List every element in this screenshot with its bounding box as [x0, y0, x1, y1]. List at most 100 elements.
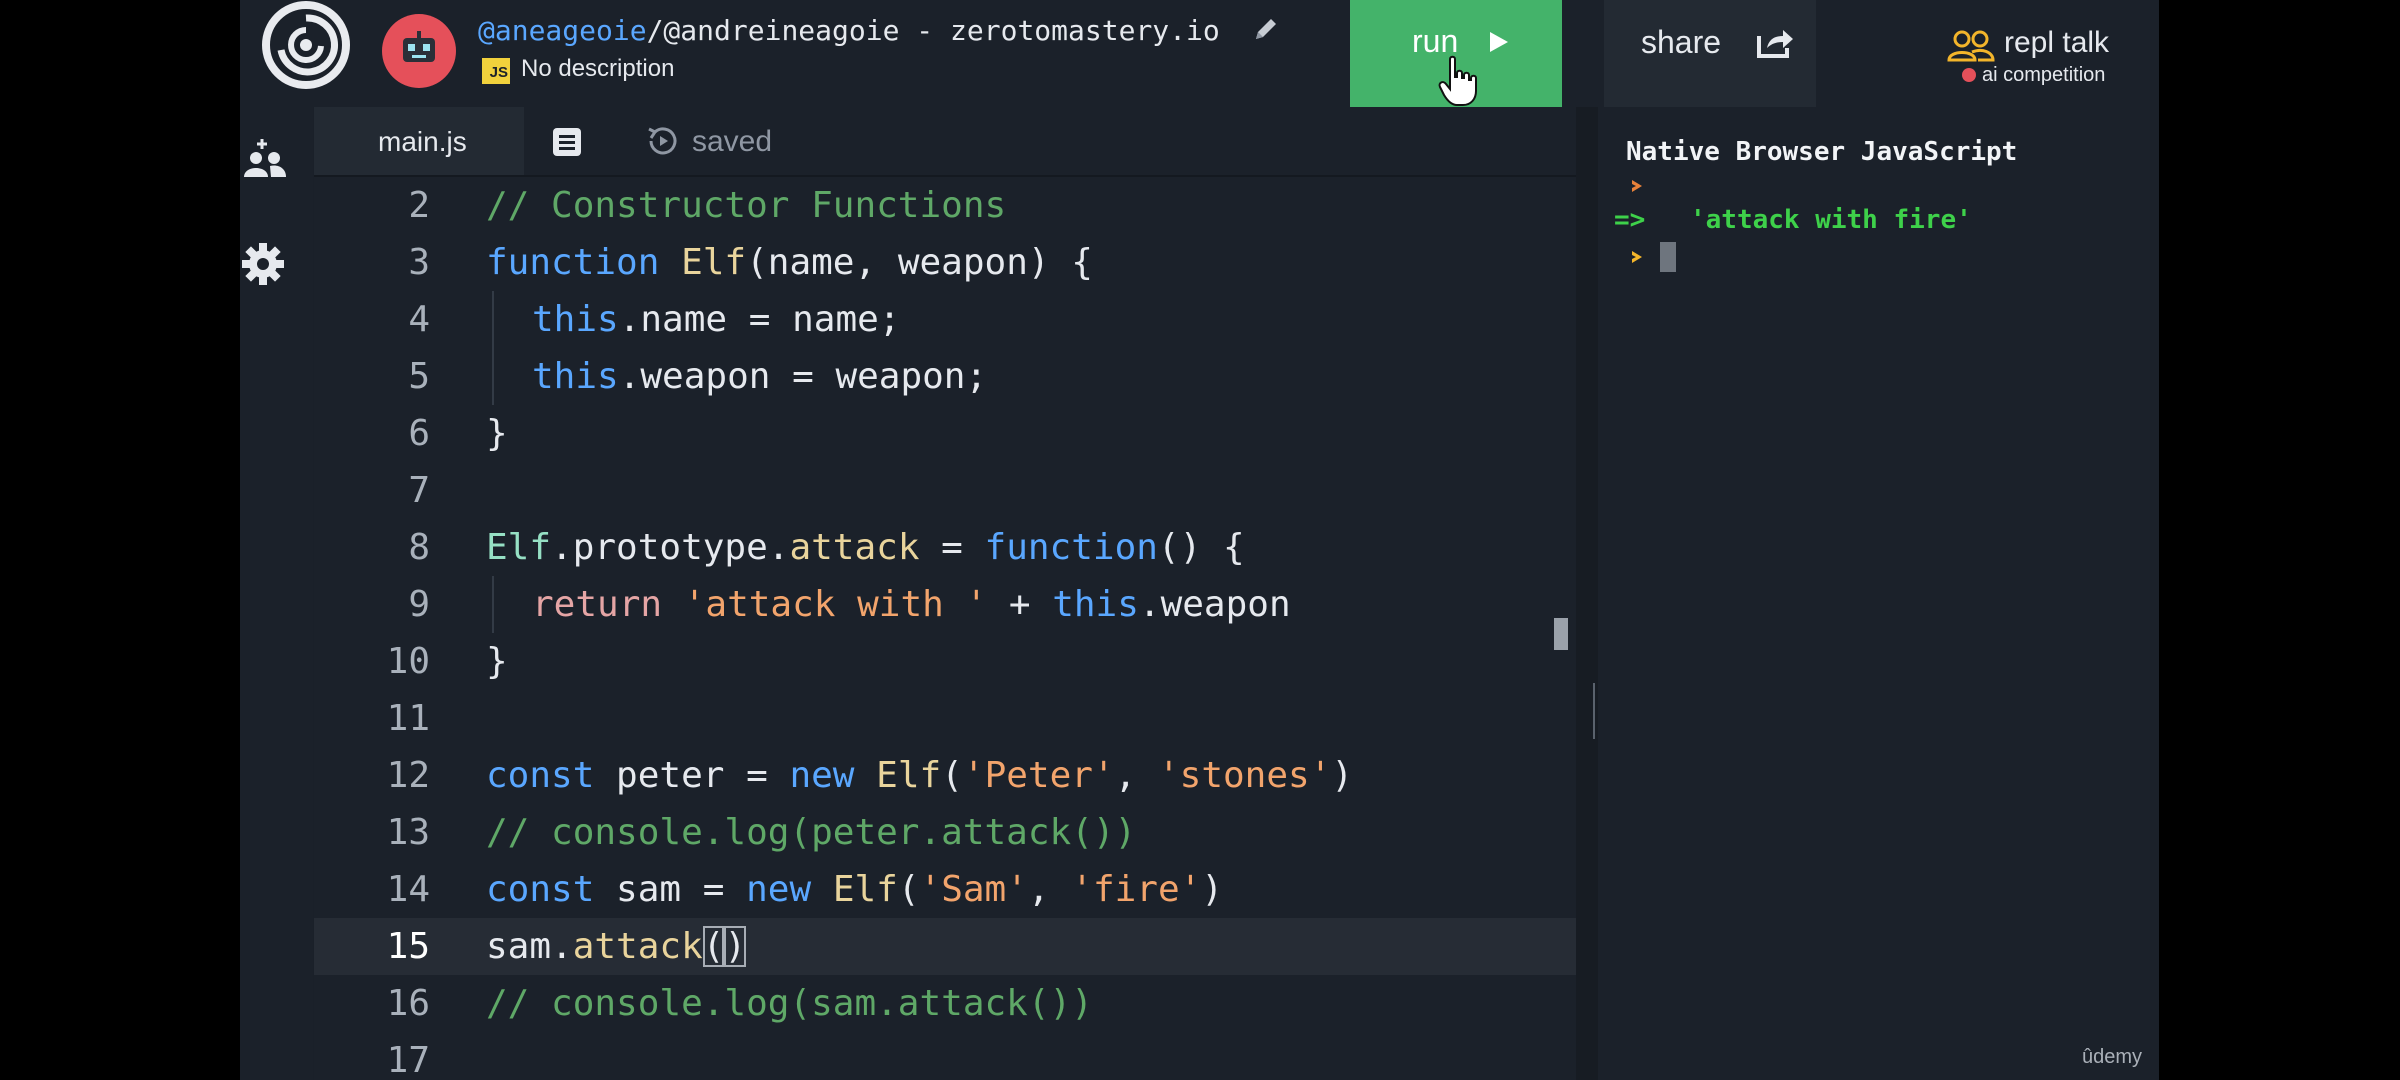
people-icon: [1947, 30, 1995, 62]
play-icon: [1490, 32, 1508, 52]
code-token: return: [532, 584, 663, 625]
code-line[interactable]: 17: [314, 1032, 1576, 1080]
repl-talk-link[interactable]: repl talk ai competition: [1946, 26, 2126, 90]
code-token: new: [746, 869, 812, 910]
language-badge: JS: [482, 58, 510, 84]
code-text: // Constructor Functions: [486, 177, 1006, 234]
code-token: this: [532, 299, 619, 340]
code-token: () {: [1157, 527, 1245, 568]
tab-main-js[interactable]: main.js: [314, 107, 524, 175]
code-text: Elf.prototype.attack = function() {: [486, 519, 1245, 576]
avatar-icon: [403, 31, 435, 62]
code-token: 'Peter': [962, 755, 1115, 796]
code-line[interactable]: 3 function Elf(name, weapon) {: [314, 234, 1576, 291]
code-line[interactable]: 14 const sam = new Elf('Sam', 'fire'): [314, 861, 1576, 918]
avatar[interactable]: [382, 14, 456, 88]
share-label: share: [1641, 24, 1722, 60]
pane-splitter[interactable]: [1576, 107, 1598, 1080]
code-text: // console.log(peter.attack()): [486, 804, 1136, 861]
code-token: .prototype.: [551, 527, 790, 568]
code-line[interactable]: 8 Elf.prototype.attack = function() {: [314, 519, 1576, 576]
live-dot-icon: [1962, 68, 1976, 82]
share-icon: [1757, 30, 1793, 58]
files-icon[interactable]: [552, 127, 582, 157]
code-line[interactable]: 16 // console.log(sam.attack()): [314, 975, 1576, 1032]
code-line[interactable]: 2 // Constructor Functions: [314, 177, 1576, 234]
matched-bracket: (: [702, 926, 725, 967]
tab-label: main.js: [378, 126, 467, 157]
code-line[interactable]: 9 return 'attack with ' + this.weapon: [314, 576, 1576, 633]
repl-title[interactable]: @aneageoie/@andreineagoie - zerotomaster…: [478, 14, 1220, 47]
code-token: 'attack with ': [683, 584, 988, 625]
share-button[interactable]: share: [1604, 0, 1816, 107]
code-text: this.name = name;: [532, 291, 900, 348]
code-token: Elf: [876, 755, 942, 796]
code-token: peter =: [594, 755, 790, 796]
code-token: // console.log(sam.attack()): [486, 983, 1093, 1024]
console-pane[interactable]: Native Browser JavaScript => 'attack wit…: [1598, 107, 2159, 1080]
udemy-watermark: ûdemy: [2082, 1046, 2143, 1068]
code-token: attack: [572, 926, 703, 967]
code-token: attack: [789, 527, 920, 568]
code-token: function: [486, 242, 660, 283]
code-token: .weapon: [1138, 584, 1291, 625]
code-token: =: [919, 527, 985, 568]
editor-scrollbar-thumb[interactable]: [1554, 618, 1568, 650]
line-number: 16: [386, 983, 430, 1024]
code-token: ): [1331, 755, 1354, 796]
code-token: (name, weapon) {: [746, 242, 1093, 283]
line-number: 2: [408, 185, 430, 226]
invite-user-icon[interactable]: [240, 137, 288, 185]
history-icon[interactable]: [646, 124, 680, 158]
code-token: 'Sam': [919, 869, 1028, 910]
code-token: Elf: [681, 242, 747, 283]
repl-talk-label: repl talk: [2004, 26, 2110, 59]
code-line[interactable]: 11: [314, 690, 1576, 747]
code-line[interactable]: 13 // console.log(peter.attack()): [314, 804, 1576, 861]
code-token: sam =: [594, 869, 747, 910]
code-editor: main.js saved 2 // Constructor Functions: [314, 107, 1576, 1080]
code-token: // Constructor Functions: [486, 185, 1007, 226]
edit-pencil-icon[interactable]: [1251, 14, 1281, 44]
console-title: Native Browser JavaScript: [1626, 137, 2018, 167]
code-token: ,: [1027, 869, 1072, 910]
console-input-caret[interactable]: [1660, 242, 1676, 272]
code-token: +: [987, 584, 1053, 625]
line-number: 7: [408, 470, 430, 511]
code-token: 'stones': [1157, 755, 1332, 796]
code-line[interactable]: 4 this.name = name;: [314, 291, 1576, 348]
code-line[interactable]: 5 this.weapon = weapon;: [314, 348, 1576, 405]
code-line[interactable]: 10 }: [314, 633, 1576, 690]
code-token: Elf: [486, 527, 552, 568]
repl-owner[interactable]: @aneageoie: [478, 14, 647, 47]
code-area[interactable]: 2 // Constructor Functions 3 function El…: [314, 177, 1576, 1080]
repl-talk-subtitle: ai competition: [1982, 64, 2106, 86]
splitter-handle[interactable]: [1593, 683, 1595, 739]
save-status: saved: [692, 125, 773, 158]
indent-guide: [492, 348, 494, 405]
code-text: this.weapon = weapon;: [532, 348, 987, 405]
code-token: .weapon = weapon;: [618, 356, 988, 397]
code-line[interactable]: 6 }: [314, 405, 1576, 462]
indent-guide: [492, 291, 494, 348]
code-text: }: [486, 633, 508, 690]
code-token: this: [1052, 584, 1139, 625]
line-number: 17: [386, 1040, 430, 1080]
repl-description[interactable]: No description: [521, 55, 674, 83]
code-token: }: [486, 413, 508, 454]
matched-bracket: ): [724, 926, 747, 967]
prompt-icon: [1632, 251, 1642, 263]
indent-guide: [492, 576, 494, 633]
line-number: 6: [408, 413, 430, 454]
line-number: 3: [408, 242, 430, 283]
code-token: Elf: [832, 869, 898, 910]
code-token: this: [532, 356, 619, 397]
repl-logo-icon[interactable]: [261, 0, 351, 90]
code-line-active[interactable]: 15 sam.attack(): [314, 918, 1576, 975]
code-line[interactable]: 12 const peter = new Elf('Peter', 'stone…: [314, 747, 1576, 804]
code-line[interactable]: 7: [314, 462, 1576, 519]
line-number: 10: [386, 641, 430, 682]
gear-icon[interactable]: [240, 241, 286, 287]
